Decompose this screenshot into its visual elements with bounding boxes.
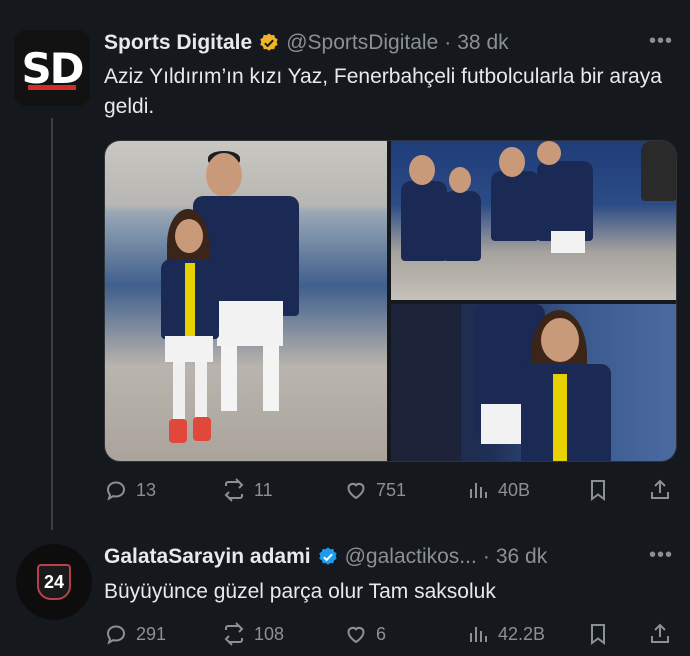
photo-figure — [443, 191, 481, 261]
avatar[interactable]: SD — [14, 30, 90, 106]
timestamp[interactable]: 38 dk — [457, 31, 508, 55]
tweet-header: GalataSarayin adami @galactikos... · 36 … — [104, 542, 547, 572]
author-handle[interactable]: @SportsDigitale — [286, 31, 438, 55]
photo-figure — [449, 167, 471, 193]
reply-button[interactable]: 291 — [104, 619, 166, 649]
author-name[interactable]: Sports Digitale — [104, 31, 252, 55]
avatar-badge: 24 — [37, 564, 71, 600]
views-button[interactable]: 42.2B — [466, 619, 545, 649]
views-icon — [470, 483, 487, 498]
like-count: 6 — [376, 623, 387, 644]
tweet-actions: 291 108 6 42.2B — [104, 619, 674, 649]
share-button[interactable] — [648, 475, 672, 505]
photo-figure — [185, 263, 195, 337]
photo-figure — [401, 181, 447, 261]
bookmark-icon — [591, 624, 605, 645]
photo-figure — [165, 336, 213, 362]
more-icon[interactable]: ••• — [648, 30, 674, 56]
media-grid[interactable] — [104, 140, 677, 462]
tweet-actions: 13 11 751 40B — [104, 475, 674, 505]
share-icon — [651, 479, 669, 499]
photo-figure — [551, 231, 585, 253]
tweet[interactable]: 24 GalataSarayin adami @galactikos... · … — [0, 522, 690, 656]
retweet-button[interactable]: 11 — [222, 475, 273, 505]
photo-figure — [391, 304, 461, 461]
photo[interactable] — [391, 304, 676, 461]
photo-figure — [641, 141, 676, 201]
like-icon — [347, 626, 365, 644]
photo-figure — [193, 417, 211, 441]
like-button[interactable]: 6 — [344, 619, 386, 649]
photo-figure — [175, 219, 203, 253]
verified-gold-icon[interactable] — [258, 32, 280, 54]
logo-underline — [28, 85, 76, 90]
separator-dot: · — [444, 31, 452, 54]
reply-count: 291 — [136, 623, 167, 644]
retweet-count: 11 — [254, 479, 273, 500]
photo-figure — [537, 141, 561, 165]
like-count: 751 — [376, 479, 407, 500]
views-icon — [470, 627, 487, 642]
reply-button[interactable]: 13 — [104, 475, 156, 505]
photo-figure — [491, 171, 539, 241]
separator-dot: · — [482, 545, 490, 568]
photo-figure — [499, 147, 525, 177]
photo-figure — [537, 161, 593, 241]
share-button[interactable] — [648, 619, 672, 649]
share-icon — [651, 623, 669, 643]
retweet-button[interactable]: 108 — [222, 619, 284, 649]
avatar-badge-top — [34, 553, 74, 561]
photo-figure — [169, 419, 187, 443]
tweet-header: Sports Digitale @SportsDigitale · 38 dk — [104, 28, 509, 58]
view-count: 40B — [498, 479, 531, 500]
photo-figure — [553, 374, 567, 461]
timestamp[interactable]: 36 dk — [496, 545, 547, 569]
bookmark-button[interactable] — [586, 475, 610, 505]
like-icon — [347, 482, 365, 500]
photo-figure — [173, 362, 185, 422]
tweet[interactable]: SD Sports Digitale @SportsDigitale · 38 … — [0, 0, 690, 530]
photo-figure — [221, 346, 237, 411]
photo-figure — [206, 153, 242, 197]
retweet-icon — [224, 622, 244, 646]
tweet-text: Aziz Yıldırım’ın kızı Yaz, Fenerbahçeli … — [104, 65, 662, 118]
avatar[interactable]: 24 — [16, 544, 92, 620]
views-button[interactable]: 40B — [466, 475, 530, 505]
view-count: 42.2B — [498, 623, 546, 644]
photo-figure — [481, 404, 521, 444]
photo-figure — [217, 301, 283, 346]
photo-figure — [541, 318, 579, 362]
photo-figure — [409, 155, 435, 185]
reply-icon — [106, 625, 126, 645]
photo[interactable] — [391, 141, 676, 300]
reply-count: 13 — [136, 479, 157, 500]
verified-blue-icon[interactable] — [317, 546, 339, 568]
thread-line — [51, 118, 53, 530]
bookmark-icon — [591, 480, 605, 501]
retweet-icon — [224, 478, 244, 502]
author-handle[interactable]: @galactikos... — [345, 545, 477, 569]
reply-icon — [106, 481, 126, 501]
photo-figure — [195, 362, 207, 422]
tweet-text: Büyüyünce güzel parça olur Tam saksoluk — [104, 580, 496, 603]
retweet-count: 108 — [254, 623, 285, 644]
bookmark-button[interactable] — [586, 619, 610, 649]
more-icon[interactable]: ••• — [648, 544, 674, 570]
author-name[interactable]: GalataSarayin adami — [104, 545, 311, 569]
photo[interactable] — [105, 141, 387, 461]
photo-figure — [263, 346, 279, 411]
like-button[interactable]: 751 — [344, 475, 406, 505]
